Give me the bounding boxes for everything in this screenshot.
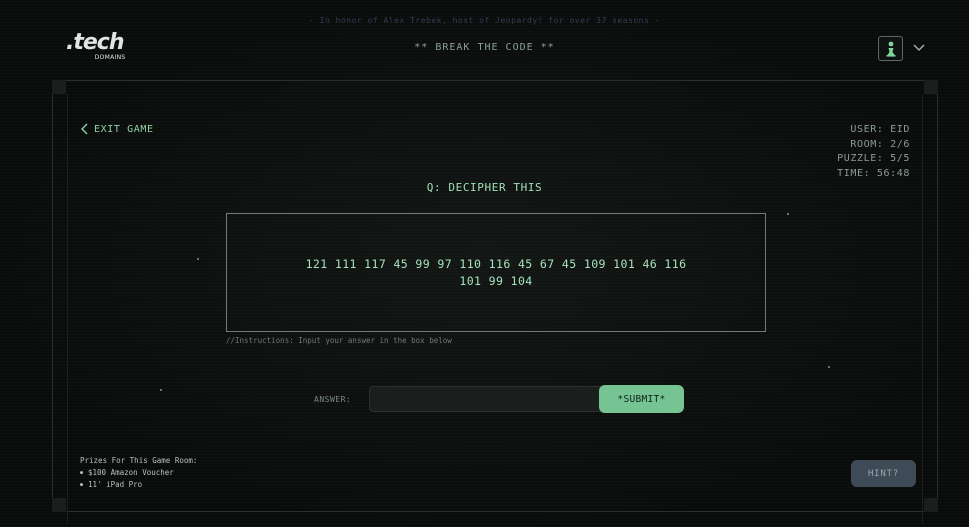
- stat-room: ROOM: 2/6: [850, 138, 910, 150]
- question-heading: Q: DECIPHER THIS: [426, 181, 543, 194]
- answer-label: ANSWER:: [314, 395, 352, 404]
- prize-item: $100 Amazon Voucher: [80, 467, 197, 480]
- frame-corner: [924, 498, 938, 512]
- prize-item: 11' iPad Pro: [80, 479, 197, 492]
- background-speck: [828, 366, 830, 368]
- prizes-heading: Prizes For This Game Room:: [80, 456, 198, 465]
- page-title: ** BREAK THE CODE **: [414, 42, 555, 53]
- chevron-down-icon: [913, 44, 925, 51]
- game-stats: USER: EID ROOM: 2/6 PUZZLE: 5/5 TIME: 56…: [837, 123, 910, 181]
- cipher-text: 121 111 117 45 99 97 110 116 45 67 45 10…: [305, 257, 687, 288]
- stat-puzzle: PUZZLE: 5/5: [837, 153, 910, 164]
- frame-corner: [924, 80, 938, 94]
- chevron-left-icon: [81, 123, 88, 135]
- frame-corner: [52, 80, 66, 94]
- instructions-text: //Instructions: Input your answer in the…: [226, 336, 452, 345]
- background-speck: [787, 213, 789, 215]
- cipher-box: 121 111 117 45 99 97 110 116 45 67 45 10…: [226, 213, 766, 332]
- stat-user: USER: EID: [850, 124, 910, 135]
- submit-button[interactable]: *SUBMIT*: [599, 385, 684, 413]
- background-speck: [197, 258, 199, 260]
- user-menu-button[interactable]: [878, 36, 903, 61]
- frame-corner: [52, 498, 66, 512]
- prizes-list: $100 Amazon Voucher 11' iPad Pro: [80, 467, 197, 492]
- hint-button[interactable]: HINT?: [851, 460, 916, 487]
- tribute-text: - In honor of Alex Trebek, host of Jeopa…: [309, 16, 660, 25]
- user-menu-toggle[interactable]: [910, 40, 928, 56]
- exit-game-label: EXIT GAME: [94, 123, 154, 135]
- prizes-section: Prizes For This Game Room: $100 Amazon V…: [80, 455, 197, 492]
- background-speck: [160, 389, 162, 391]
- logo-sub: DOMAINS: [94, 54, 126, 61]
- game-screen: - In honor of Alex Trebek, host of Jeopa…: [0, 0, 969, 527]
- answer-input[interactable]: [369, 386, 609, 412]
- exit-game-button[interactable]: EXIT GAME: [80, 123, 154, 135]
- user-pawn-icon: [886, 41, 895, 57]
- stat-time: TIME: 56:48: [837, 167, 910, 179]
